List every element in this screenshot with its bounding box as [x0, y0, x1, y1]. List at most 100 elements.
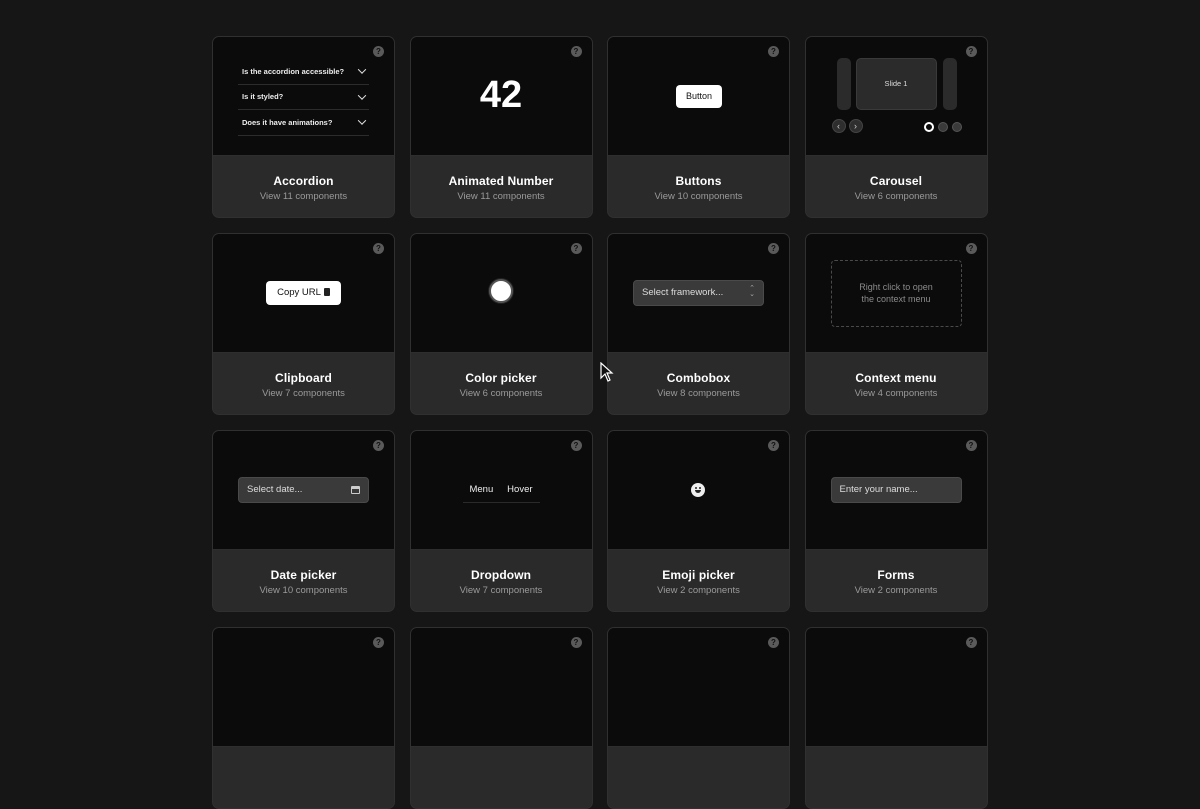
dropdown-hover-item[interactable]: Hover [507, 484, 532, 495]
card-subtitle[interactable]: View 8 components [608, 388, 789, 399]
context-menu-area[interactable]: Right click to open the context menu [830, 260, 962, 327]
help-icon[interactable]: ? [965, 46, 977, 57]
card-preview: ? [805, 628, 987, 747]
smiley-emoji-icon[interactable] [691, 483, 705, 497]
context-menu-hint-line1: Right click to open [859, 282, 933, 292]
card-combobox[interactable]: ? Select framework... ⌃ ⌄ Combobox View 8… [607, 233, 790, 415]
date-picker-placeholder: Select date... [247, 484, 303, 495]
help-icon[interactable]: ? [570, 440, 582, 451]
clipboard-icon [323, 288, 330, 296]
card-info: Combobox View 8 components [608, 353, 789, 414]
help-icon[interactable]: ? [373, 46, 384, 57]
demo-button[interactable]: Button [676, 85, 722, 108]
carousel-dot[interactable] [923, 122, 934, 132]
card-forms[interactable]: ? Enter your name... Forms View 2 compon… [804, 430, 988, 612]
help-icon[interactable]: ? [768, 440, 779, 451]
card-preview: ? Select framework... ⌃ ⌄ [608, 234, 789, 353]
card-date-picker[interactable]: ? Select date... Date picker View 10 com… [212, 430, 395, 612]
card-info: Emoji picker View 2 components [608, 550, 789, 611]
help-icon[interactable]: ? [768, 46, 779, 57]
combobox-select[interactable]: Select framework... ⌃ ⌄ [633, 280, 764, 306]
help-icon[interactable]: ? [373, 440, 384, 451]
dropdown-menu-item[interactable]: Menu [469, 484, 493, 495]
card-title: Animated Number [448, 174, 554, 188]
carousel-prev-slide [836, 58, 851, 110]
card-title: Emoji picker [662, 568, 735, 582]
help-icon[interactable]: ? [768, 243, 779, 254]
help-icon[interactable]: ? [570, 46, 582, 57]
card-preview: ? [608, 431, 789, 550]
card-title: Forms [877, 568, 915, 582]
help-icon[interactable]: ? [965, 440, 977, 451]
chevron-down-icon [357, 116, 367, 126]
help-icon[interactable]: ? [373, 243, 384, 254]
help-icon[interactable]: ? [570, 637, 582, 648]
card-accordion[interactable]: ? Is the accordion accessible? Is it sty… [212, 36, 395, 218]
carousel-dot[interactable] [951, 122, 962, 132]
help-icon[interactable]: ? [570, 243, 582, 254]
date-picker-input[interactable]: Select date... [238, 477, 369, 503]
accordion-item[interactable]: Is it styled? [238, 85, 369, 110]
calendar-icon [351, 486, 360, 494]
color-swatch[interactable] [488, 279, 513, 303]
card-title: Dropdown [470, 568, 532, 582]
card-info: Forms View 2 components [806, 550, 987, 611]
card-subtitle[interactable]: View 10 components [608, 191, 789, 202]
name-input[interactable]: Enter your name... [830, 477, 962, 503]
card-subtitle[interactable]: View 4 components [806, 388, 987, 399]
carousel-prev-button[interactable]: ‹ [831, 119, 846, 133]
card-preview: ? 42 [410, 37, 592, 156]
mouse-pointer-icon [600, 362, 614, 382]
combobox-placeholder: Select framework... [642, 287, 724, 298]
card-clipboard[interactable]: ? Copy URL Clipboard View 7 components [212, 233, 395, 415]
card-emoji-picker[interactable]: ? Emoji picker View 2 components [607, 430, 790, 612]
card-dropdown[interactable]: ? Menu Hover Dropdown View 7 components [409, 430, 593, 612]
card-title: Combobox [666, 371, 731, 385]
card-subtitle[interactable]: View 7 components [411, 585, 592, 596]
carousel-next-button[interactable]: › [848, 119, 863, 133]
card-preview: ? [608, 628, 789, 747]
card-animated-number[interactable]: ? 42 Animated Number View 11 components [409, 36, 593, 218]
card-preview: ? Select date... [213, 431, 394, 550]
accordion-item-label: Is it styled? [242, 92, 284, 102]
card-context-menu[interactable]: ? Right click to open the context menu C… [804, 233, 988, 415]
dropdown-nav: Menu Hover [462, 477, 540, 503]
accordion-item[interactable]: Does it have animations? [238, 110, 369, 136]
carousel-dot[interactable] [937, 122, 948, 132]
card-carousel[interactable]: ? Slide 1 ‹ › Carousel View 6 components [804, 36, 988, 218]
card-info: Date picker View 10 components [213, 550, 394, 611]
accordion-item-label: Does it have animations? [242, 117, 333, 127]
help-icon[interactable]: ? [965, 637, 977, 648]
card-preview: ? [213, 628, 394, 747]
card-title: Clipboard [275, 371, 332, 385]
help-icon[interactable]: ? [965, 243, 977, 254]
card-subtitle[interactable]: View 10 components [213, 585, 394, 596]
card-subtitle[interactable]: View 11 components [213, 191, 394, 202]
card-subtitle[interactable]: View 6 components [411, 388, 592, 399]
card-title: Buttons [675, 174, 722, 188]
card-preview: ? Is the accordion accessible? Is it sty… [213, 37, 394, 156]
accordion-item[interactable]: Is the accordion accessible? [238, 59, 369, 85]
card-subtitle[interactable]: View 7 components [213, 388, 394, 399]
card-partial[interactable]: ? [212, 627, 395, 809]
help-icon[interactable]: ? [768, 637, 779, 648]
card-subtitle[interactable]: View 2 components [806, 585, 987, 596]
card-preview: ? [410, 234, 592, 353]
help-icon[interactable]: ? [373, 637, 384, 648]
card-info: Buttons View 10 components [608, 156, 789, 217]
card-partial[interactable]: ? [409, 627, 593, 809]
card-subtitle[interactable]: View 6 components [806, 191, 987, 202]
card-partial[interactable]: ? [607, 627, 790, 809]
card-preview: ? Enter your name... [805, 431, 987, 550]
copy-url-button[interactable]: Copy URL [266, 281, 341, 305]
card-preview: ? Copy URL [213, 234, 394, 353]
card-info: Dropdown View 7 components [411, 550, 592, 611]
card-title: Color picker [465, 371, 537, 385]
card-title: Context menu [855, 371, 937, 385]
card-partial[interactable]: ? [804, 627, 988, 809]
card-color-picker[interactable]: ? Color picker View 6 components [409, 233, 593, 415]
card-buttons[interactable]: ? Button Buttons View 10 components [607, 36, 790, 218]
card-subtitle[interactable]: View 2 components [608, 585, 789, 596]
context-menu-hint-line2: the context menu [861, 294, 931, 304]
card-subtitle[interactable]: View 11 components [411, 191, 592, 202]
